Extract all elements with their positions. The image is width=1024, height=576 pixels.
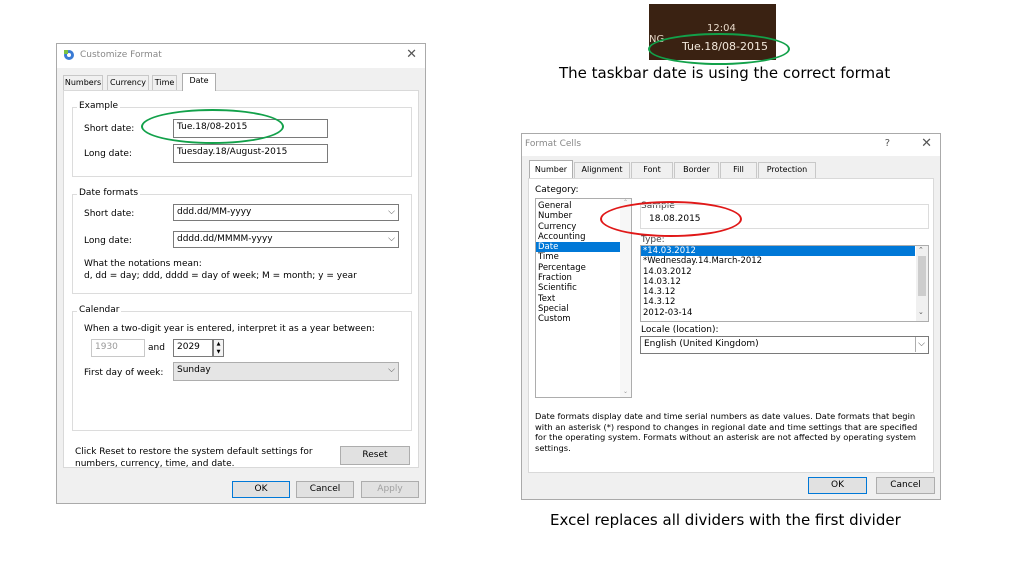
- tab-number[interactable]: Number: [529, 160, 573, 178]
- control-panel-icon: [63, 49, 75, 64]
- tab-protection[interactable]: Protection: [758, 162, 816, 178]
- locale-label: Locale (location):: [641, 325, 719, 335]
- date-format-description: Date formats display date and time seria…: [535, 411, 918, 453]
- first-day-label: First day of week:: [84, 368, 164, 378]
- tab-currency[interactable]: Currency: [107, 75, 149, 90]
- category-item[interactable]: Fraction: [536, 273, 620, 283]
- spin-up-icon[interactable]: ▲: [214, 340, 223, 348]
- type-item[interactable]: 2012-03-14: [641, 308, 915, 318]
- short-date-format-combo[interactable]: ddd.dd/MM-yyyy ⌵: [173, 204, 399, 221]
- chevron-down-icon[interactable]: ⌵: [388, 232, 395, 247]
- type-list[interactable]: *14.03.2012 *Wednesday.14.March-2012 14.03…: [640, 245, 929, 322]
- reset-hint-line1: Click Reset to restore the system defaul…: [75, 447, 313, 457]
- tab-numbers[interactable]: Numbers: [63, 75, 103, 90]
- chevron-down-icon[interactable]: ⌵: [388, 205, 395, 220]
- chevron-down-icon[interactable]: ⌵: [915, 337, 925, 352]
- date-tab-panel: Example Short date: Tue.18/08-2015 Long …: [63, 90, 419, 469]
- locale-value: English (United Kingdom): [644, 339, 759, 349]
- locale-combo[interactable]: English (United Kingdom) ⌵: [640, 336, 929, 354]
- long-date-label: Long date:: [84, 149, 132, 159]
- reset-button[interactable]: Reset: [340, 446, 410, 465]
- taskbar-caption: The taskbar date is using the correct fo…: [559, 64, 891, 82]
- long-date-example: Tuesday.18/August-2015: [173, 144, 328, 163]
- window-title: Format Cells: [525, 139, 582, 149]
- type-scrollbar[interactable]: ⌃ ⌄: [916, 246, 928, 321]
- two-digit-year-text: When a two-digit year is entered, interp…: [84, 324, 375, 334]
- tab-border[interactable]: Border: [674, 162, 719, 178]
- ok-button[interactable]: OK: [232, 481, 290, 498]
- type-item[interactable]: *Wednesday.14.March-2012: [641, 256, 915, 266]
- and-label: and: [148, 343, 165, 353]
- ok-button[interactable]: OK: [808, 477, 867, 494]
- format-cells-dialog: Format Cells ? ✕ Number Alignment Font B…: [521, 133, 941, 500]
- apply-button: Apply: [361, 481, 419, 498]
- window-title: Customize Format: [80, 50, 162, 60]
- reset-hint-line2: numbers, currency, time, and date.: [75, 459, 235, 469]
- type-item[interactable]: *14.03.2012: [641, 246, 915, 257]
- long-date-format-combo[interactable]: dddd.dd/MMMM-yyyy ⌵: [173, 231, 399, 248]
- tab-date[interactable]: Date: [182, 73, 216, 91]
- to-year-field[interactable]: 2029: [173, 339, 213, 357]
- cancel-button[interactable]: Cancel: [296, 481, 354, 498]
- first-day-value: Sunday: [177, 365, 211, 375]
- first-day-combo[interactable]: Sunday ⌵: [173, 362, 399, 381]
- example-group-label: Example: [77, 101, 121, 111]
- green-highlight-ellipse: [648, 33, 790, 65]
- chevron-up-icon[interactable]: ⌃: [918, 246, 924, 254]
- notations-heading: What the notations mean:: [84, 259, 202, 269]
- from-year-field: 1930: [91, 339, 145, 357]
- long-date-format-value: dddd.dd/MMMM-yyyy: [177, 234, 273, 244]
- notations-text: d, dd = day; ddd, dddd = day of week; M …: [84, 271, 357, 281]
- tab-time[interactable]: Time: [152, 75, 177, 90]
- short-date-format-label: Short date:: [84, 209, 135, 219]
- chevron-down-icon[interactable]: ⌄: [620, 388, 631, 395]
- short-date-format-value: ddd.dd/MM-yyyy: [177, 207, 252, 217]
- close-icon[interactable]: ✕: [921, 136, 932, 151]
- type-items: *14.03.2012 *Wednesday.14.March-2012 14.03…: [641, 246, 915, 318]
- category-item[interactable]: Custom: [536, 314, 620, 324]
- type-item[interactable]: 14.3.12: [641, 287, 915, 297]
- category-item[interactable]: Date: [536, 242, 620, 253]
- cancel-button[interactable]: Cancel: [876, 477, 935, 494]
- scroll-thumb[interactable]: [918, 256, 926, 296]
- category-item[interactable]: Special: [536, 304, 620, 314]
- chevron-down-icon[interactable]: ⌄: [918, 308, 924, 316]
- red-highlight-ellipse: [600, 201, 742, 237]
- category-item[interactable]: Text: [536, 294, 620, 304]
- excel-caption: Excel replaces all dividers with the fir…: [550, 511, 901, 529]
- title-bar: Customize Format ✕: [57, 44, 425, 68]
- category-item[interactable]: Accounting: [536, 232, 620, 242]
- short-date-label: Short date:: [84, 124, 135, 134]
- long-date-format-label: Long date:: [84, 236, 132, 246]
- close-icon[interactable]: ✕: [406, 47, 417, 62]
- category-item[interactable]: Time: [536, 252, 620, 262]
- tab-font[interactable]: Font: [631, 162, 673, 178]
- type-item[interactable]: 14.03.2012: [641, 267, 915, 277]
- date-formats-group-label: Date formats: [77, 188, 141, 198]
- category-item[interactable]: Scientific: [536, 283, 620, 293]
- type-item[interactable]: 14.03.12: [641, 277, 915, 287]
- tab-alignment[interactable]: Alignment: [574, 162, 630, 178]
- chevron-down-icon[interactable]: ⌵: [388, 363, 395, 378]
- green-highlight-ellipse: [141, 109, 284, 144]
- category-item[interactable]: Percentage: [536, 263, 620, 273]
- category-label: Category:: [535, 185, 579, 195]
- to-year-spinner[interactable]: ▲ ▼: [213, 339, 224, 357]
- calendar-group-label: Calendar: [77, 305, 122, 315]
- title-bar: Format Cells ? ✕: [522, 134, 940, 156]
- type-item[interactable]: 14.3.12: [641, 297, 915, 307]
- tab-fill[interactable]: Fill: [720, 162, 757, 178]
- help-icon[interactable]: ?: [885, 138, 890, 149]
- spin-down-icon[interactable]: ▼: [214, 348, 223, 356]
